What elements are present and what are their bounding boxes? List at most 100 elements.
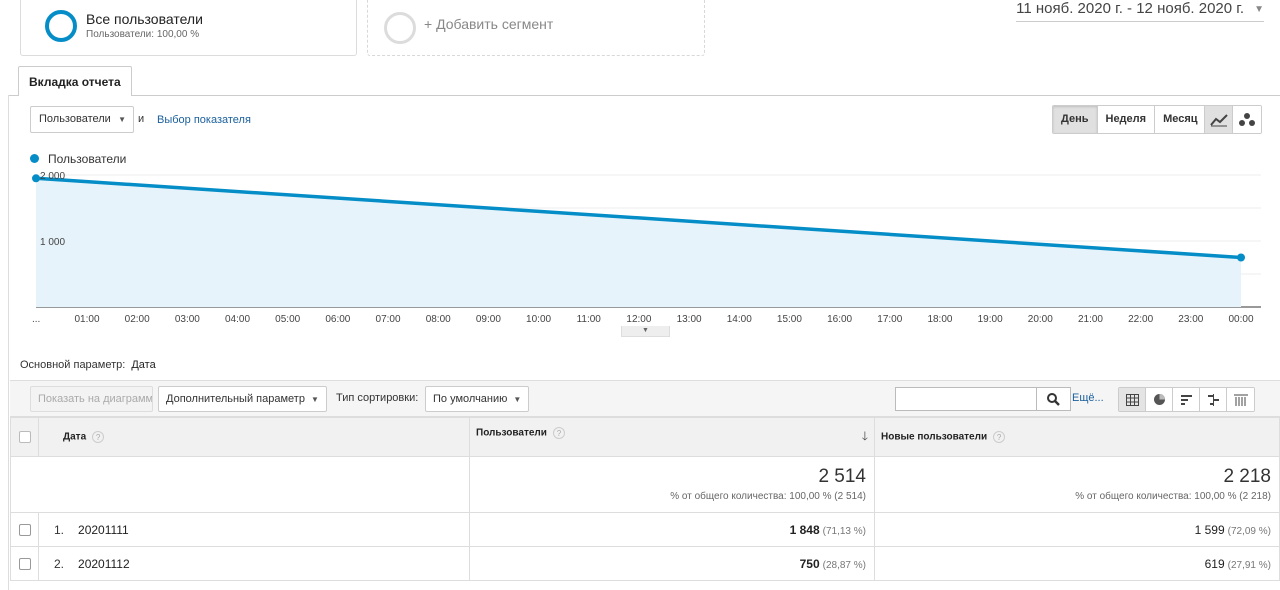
column-header-date[interactable]: Дата?	[38, 417, 470, 457]
column-new-users-label: Новые пользователи	[881, 431, 988, 443]
totals-new-users-percent: % от общего количества: 100,00 % (2 218)	[1075, 491, 1271, 502]
search-button[interactable]	[1037, 387, 1071, 411]
column-date-label: Дата	[63, 431, 87, 443]
x-tick-label: 17:00	[877, 314, 902, 325]
series-area	[36, 178, 1241, 307]
totals-new-users-value: 2 218	[1223, 466, 1271, 487]
help-icon[interactable]: ?	[993, 431, 1006, 443]
chevron-down-icon: ▼	[118, 115, 126, 124]
table-search-input[interactable]	[895, 387, 1037, 411]
advanced-filter-link[interactable]: Ещё...	[1072, 392, 1104, 404]
x-tick-label: 00:00	[1228, 314, 1253, 325]
row-checkbox[interactable]	[18, 558, 31, 571]
x-tick-label: 09:00	[476, 314, 501, 325]
column-header-new-users[interactable]: Новые пользователи?	[874, 417, 1280, 457]
tab-report[interactable]: Вкладка отчета	[18, 66, 132, 96]
row-new-users-cell: 1 599 (72,09 %)	[874, 512, 1280, 547]
totals-users-cell: 2 514 % от общего количества: 100,00 % (…	[469, 456, 875, 513]
row-users-value: 1 848	[789, 522, 820, 537]
primary-dimension-value[interactable]: Дата	[131, 359, 155, 371]
primary-dimension-label: Основной параметр:	[20, 359, 126, 371]
totals-users-percent: % от общего количества: 100,00 % (2 514)	[670, 491, 866, 502]
metric-and-label: и	[138, 113, 145, 125]
y-tick-label: 2 000	[40, 171, 65, 182]
totals-blank-cell	[10, 456, 470, 513]
x-tick-label: 04:00	[225, 314, 250, 325]
collapse-chart-handle[interactable]: ▼	[621, 326, 670, 337]
totals-new-users-cell: 2 218 % от общего количества: 100,00 % (…	[874, 456, 1280, 513]
panel-edge	[8, 95, 9, 590]
row-new-users-percent: (72,09 %)	[1227, 525, 1271, 537]
sort-descending-icon: 🡓	[861, 428, 868, 443]
segment-title: Все пользователи	[86, 11, 203, 27]
row-checkbox[interactable]	[18, 524, 31, 537]
x-tick-label: 21:00	[1078, 314, 1103, 325]
chart-legend: Пользователи	[30, 152, 126, 166]
sort-type-label: Тип сортировки:	[336, 392, 419, 404]
data-point	[1237, 253, 1245, 262]
line-chart-icon[interactable]	[1205, 106, 1233, 133]
pivot-view-icon[interactable]	[1227, 388, 1254, 411]
add-segment-label: + Добавить сегмент	[424, 16, 554, 32]
x-tick-label: 06:00	[325, 314, 350, 325]
row-new-users-cell: 619 (27,91 %)	[874, 546, 1280, 581]
table-view-icon[interactable]	[1119, 388, 1146, 411]
metric-dropdown-value: Пользователи	[39, 113, 111, 125]
segment-ring-icon	[45, 10, 77, 42]
legend-dot-icon	[30, 154, 39, 163]
choose-metric-link[interactable]: Выбор показателя	[157, 114, 251, 126]
period-month-button[interactable]: Месяц	[1155, 106, 1206, 133]
help-icon[interactable]: ?	[552, 426, 565, 439]
x-tick-label: 01:00	[74, 314, 99, 325]
x-tick-label: 22:00	[1128, 314, 1153, 325]
metric-dropdown[interactable]: Пользователи ▼	[30, 106, 134, 133]
x-tick-label: 03:00	[175, 314, 200, 325]
row-users-value: 750	[799, 556, 820, 571]
y-tick-label: 1 000	[40, 237, 65, 248]
plot-rows-button[interactable]: Показать на диаграмме	[30, 386, 153, 412]
x-tick-label: 12:00	[626, 314, 651, 325]
x-tick-label: 02:00	[125, 314, 150, 325]
legend-label: Пользователи	[48, 152, 127, 166]
table-row: 1. 20201111 1 848 (71,13 %) 1 599 (72,09 %)	[10, 512, 1280, 547]
tab-divider	[8, 95, 1280, 96]
table-row: 2. 20201112 750 (28,87 %) 619 (27,91 %)	[10, 546, 1280, 581]
x-tick-label: 05:00	[275, 314, 300, 325]
period-day-button[interactable]: День	[1053, 106, 1098, 133]
sort-type-value: По умолчанию	[433, 393, 508, 405]
select-all-cell	[10, 417, 39, 457]
row-checkbox-cell	[10, 546, 39, 581]
select-all-checkbox[interactable]	[18, 431, 31, 443]
secondary-dimension-dropdown[interactable]: Дополнительный параметр ▼	[158, 386, 327, 412]
table-toolbar: Показать на диаграмме Дополнительный пар…	[10, 380, 1280, 417]
sort-type-dropdown[interactable]: По умолчанию ▼	[425, 386, 530, 412]
date-range-picker[interactable]: 11 нояб. 2020 г. - 12 нояб. 2020 г. ▼	[1016, 0, 1264, 22]
performance-view-icon[interactable]	[1173, 388, 1200, 411]
pie-view-icon[interactable]	[1146, 388, 1173, 411]
help-icon[interactable]: ?	[92, 431, 105, 443]
x-tick-label: 19:00	[978, 314, 1003, 325]
row-date[interactable]: 20201111	[78, 523, 129, 537]
row-date-cell: 2. 20201112	[38, 546, 470, 581]
add-segment-button[interactable]: + Добавить сегмент	[367, 0, 705, 56]
data-table: Дата? Пользователи? 🡓 Новые пользователи?…	[10, 417, 1280, 581]
secondary-dimension-label: Дополнительный параметр	[166, 393, 305, 405]
row-date[interactable]: 20201112	[78, 557, 130, 571]
row-date-cell: 1. 20201111	[38, 512, 470, 547]
motion-chart-icon[interactable]	[1233, 106, 1261, 133]
x-tick-label: 20:00	[1028, 314, 1053, 325]
analytics-report: Все пользователи Пользователи: 100,00 % …	[0, 0, 1280, 590]
comparison-view-icon[interactable]	[1200, 388, 1227, 411]
row-new-users-value: 619	[1204, 556, 1225, 571]
search-icon	[1047, 392, 1060, 406]
x-tick-label: 13:00	[677, 314, 702, 325]
empty-segment-ring-icon	[384, 12, 416, 44]
row-users-cell: 1 848 (71,13 %)	[469, 512, 875, 547]
row-users-cell: 750 (28,87 %)	[469, 546, 875, 581]
period-week-button[interactable]: Неделя	[1097, 106, 1156, 133]
row-index: 2.	[54, 556, 65, 571]
segment-all-users[interactable]: Все пользователи Пользователи: 100,00 %	[20, 0, 357, 56]
primary-dimension: Основной параметр: Дата	[20, 359, 156, 371]
x-tick-label: 15:00	[777, 314, 802, 325]
column-header-users[interactable]: Пользователи? 🡓	[469, 417, 875, 457]
